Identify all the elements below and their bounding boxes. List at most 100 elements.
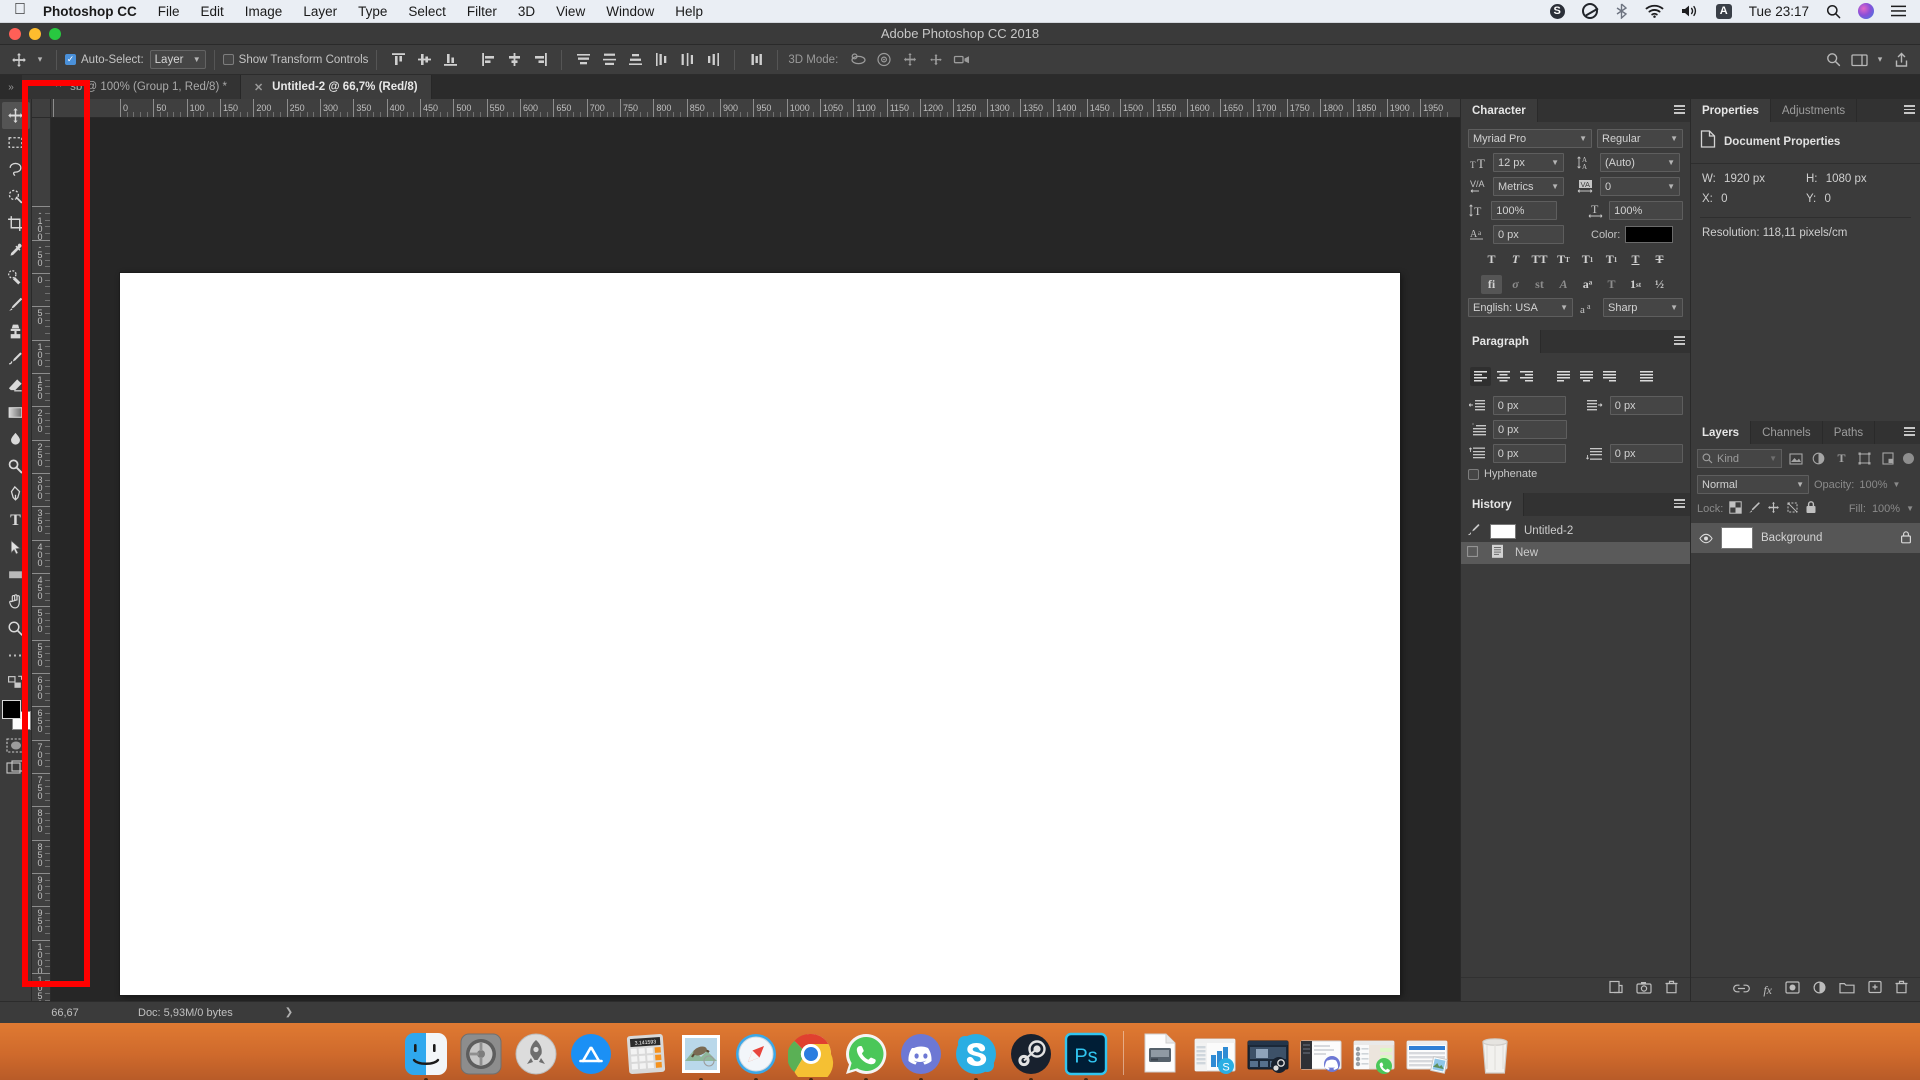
notification-center-icon[interactable] — [1891, 3, 1906, 19]
menu-file[interactable]: File — [158, 4, 180, 19]
font-size-field[interactable]: 12 px▼ — [1493, 153, 1564, 172]
crop-tool[interactable] — [2, 210, 30, 237]
menubar-clock[interactable]: Tue 23:17 — [1749, 4, 1809, 19]
chevron-right-icon[interactable]: ❯ — [285, 1007, 293, 1018]
siri-icon[interactable] — [1858, 3, 1874, 19]
document-tab-1[interactable]: ✕ Untitled-2 @ 66,7% (Red/8) — [241, 75, 432, 99]
language-dropdown[interactable]: English: USA▼ — [1468, 298, 1573, 317]
dock-item-calculator[interactable]: 3.141593 — [623, 1031, 669, 1077]
distribute-right-icon[interactable] — [700, 49, 726, 71]
doc-height-value[interactable]: 1080 px — [1826, 173, 1867, 185]
align-bottom-edges-icon[interactable] — [437, 49, 463, 71]
delete-layer-icon[interactable] — [1895, 980, 1908, 999]
search-icon[interactable] — [1820, 48, 1846, 72]
volume-icon[interactable] — [1681, 3, 1699, 19]
all-caps-icon[interactable]: TT — [1529, 250, 1550, 269]
dock-minimized-preview-window[interactable] — [1405, 1033, 1449, 1077]
wifi-icon[interactable] — [1645, 3, 1664, 19]
share-icon[interactable] — [1888, 48, 1914, 72]
paragraph-panel-menu-icon[interactable] — [1668, 330, 1690, 353]
faux-bold-icon[interactable]: T — [1481, 250, 1502, 269]
lock-image-pixels-icon[interactable] — [1748, 501, 1761, 517]
layer-name[interactable]: Background — [1761, 532, 1822, 544]
dock-minimized-discord-window[interactable] — [1299, 1033, 1343, 1077]
tab-character[interactable]: Character — [1461, 99, 1538, 122]
dodge-tool[interactable] — [2, 453, 30, 480]
dock-item-finder[interactable] — [403, 1031, 449, 1077]
menu-window[interactable]: Window — [606, 4, 654, 19]
roll-3d-icon[interactable] — [871, 49, 897, 71]
doc-x-value[interactable]: 0 — [1721, 193, 1727, 205]
strikethrough-icon[interactable]: T — [1649, 250, 1670, 269]
spot-healing-brush-tool[interactable] — [2, 264, 30, 291]
document-canvas[interactable] — [120, 273, 1400, 995]
align-horizontal-centers-icon[interactable] — [501, 49, 527, 71]
create-document-from-state-icon[interactable] — [1608, 980, 1623, 999]
distribute-top-icon[interactable] — [570, 49, 596, 71]
font-family-dropdown[interactable]: Myriad Pro▼ — [1468, 129, 1592, 148]
ruler-origin-corner[interactable] — [32, 99, 51, 118]
tab-chevron-icon[interactable]: ^ — [56, 81, 61, 93]
space-before-field[interactable]: 0 px — [1493, 444, 1566, 463]
clone-stamp-tool[interactable] — [2, 318, 30, 345]
menu-edit[interactable]: Edit — [201, 4, 224, 19]
ordinals-icon[interactable]: 1st — [1625, 275, 1646, 294]
filter-enable-toggle[interactable] — [1903, 453, 1914, 464]
menu-image[interactable]: Image — [245, 4, 283, 19]
tracking-field[interactable]: 0▼ — [1600, 177, 1680, 196]
dock-minimized-steam-window[interactable] — [1246, 1033, 1290, 1077]
layer-row-background[interactable]: Background — [1691, 523, 1920, 553]
dock-item-skype[interactable] — [953, 1031, 999, 1077]
layers-panel-menu-icon[interactable] — [1898, 421, 1920, 444]
new-layer-icon[interactable] — [1868, 980, 1882, 999]
bluetooth-icon[interactable] — [1615, 3, 1628, 19]
rectangular-marquee-tool[interactable] — [2, 129, 30, 156]
dock-item-whatsapp[interactable] — [843, 1031, 889, 1077]
menu-filter[interactable]: Filter — [467, 4, 497, 19]
stylistic-alternates-icon[interactable]: T — [1601, 275, 1622, 294]
tab-paragraph[interactable]: Paragraph — [1461, 330, 1541, 353]
small-caps-icon[interactable]: TT — [1553, 250, 1574, 269]
eraser-tool[interactable] — [2, 372, 30, 399]
creative-cloud-icon[interactable] — [1582, 3, 1598, 19]
lasso-tool[interactable] — [2, 156, 30, 183]
subscript-icon[interactable]: T1 — [1601, 250, 1622, 269]
tab-channels[interactable]: Channels — [1751, 421, 1823, 444]
swash-icon[interactable]: A — [1553, 275, 1574, 294]
path-selection-tool[interactable] — [2, 534, 30, 561]
contextual-alternates-icon[interactable]: σ — [1505, 275, 1526, 294]
doc-y-value[interactable]: 0 — [1824, 193, 1830, 205]
auto-select-target-dropdown[interactable]: Layer ▼ — [150, 50, 206, 69]
close-tab-icon[interactable]: ✕ — [254, 81, 263, 94]
align-right-icon[interactable] — [1516, 367, 1537, 386]
apple-logo-icon[interactable]:  — [14, 2, 26, 18]
indent-first-line-field[interactable]: 0 px — [1493, 420, 1567, 439]
foreground-color-swatch[interactable] — [2, 700, 21, 719]
dock-minimized-skype-window[interactable]: S — [1193, 1033, 1237, 1077]
rectangle-tool[interactable] — [2, 561, 30, 588]
space-after-field[interactable]: 0 px — [1610, 444, 1683, 463]
opacity-chevron-icon[interactable]: ▼ — [1893, 480, 1901, 489]
blend-mode-dropdown[interactable]: Normal▼ — [1697, 475, 1809, 494]
align-left-edges-icon[interactable] — [475, 49, 501, 71]
dock-item-system-preferences[interactable] — [458, 1031, 504, 1077]
dock-minimized-disk-image-document[interactable] — [1138, 1031, 1184, 1077]
skype-icon[interactable]: S — [1550, 3, 1565, 19]
dock-item-discord[interactable] — [898, 1031, 944, 1077]
horizontal-ruler[interactable]: 0501001502002503003504004505005506006507… — [51, 99, 1460, 118]
create-snapshot-icon[interactable] — [1636, 981, 1652, 999]
dock-item-trash[interactable] — [1472, 1031, 1518, 1077]
align-right-edges-icon[interactable] — [527, 49, 553, 71]
filter-shape-icon[interactable] — [1855, 449, 1874, 468]
rotate-3d-icon[interactable] — [845, 49, 871, 71]
zoom-tool[interactable] — [2, 615, 30, 642]
fill-value[interactable]: 100% — [1872, 503, 1900, 515]
justify-last-center-icon[interactable] — [1576, 367, 1597, 386]
layer-filter-kind-dropdown[interactable]: Kind ▼ — [1697, 449, 1782, 468]
distribute-bottom-icon[interactable] — [622, 49, 648, 71]
dock-item-adobe-photoshop[interactable]: Ps — [1063, 1031, 1109, 1077]
menu-help[interactable]: Help — [675, 4, 703, 19]
layer-mask-icon[interactable] — [1785, 981, 1800, 999]
tabbar-expand-icon[interactable]: » — [0, 75, 22, 99]
anti-aliasing-dropdown[interactable]: Sharp▼ — [1603, 298, 1683, 317]
